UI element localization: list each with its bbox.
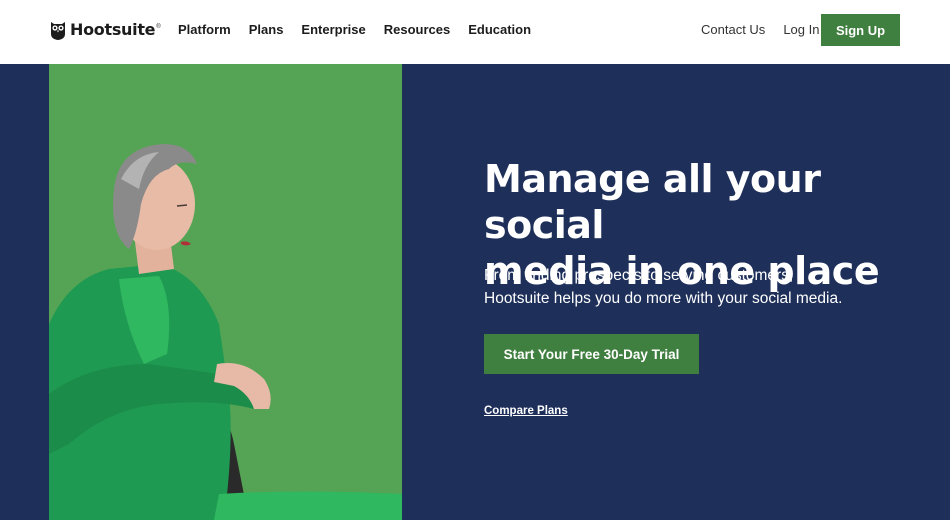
log-in-link[interactable]: Log In [783,21,819,39]
hero-subtext-line-1: From finding prospects to serving custom… [484,267,794,284]
nav-item-platform[interactable]: Platform [178,21,231,39]
nav-item-enterprise[interactable]: Enterprise [301,21,365,39]
hootsuite-logo[interactable]: Hootsuite ® [50,19,161,41]
compare-plans-link[interactable]: Compare Plans [484,403,568,419]
nav-item-plans[interactable]: Plans [249,21,284,39]
start-free-trial-button[interactable]: Start Your Free 30-Day Trial [484,334,699,374]
hero-headline-line-1: Manage all your social [484,157,821,247]
brand-name: Hootsuite [70,20,156,39]
main-nav: Platform Plans Enterprise Resources Educ… [178,21,531,39]
hero-photo-illustration [49,64,402,520]
hero-section: Manage all your social media in one plac… [0,64,950,520]
hero-photo-woman-in-green [49,64,402,520]
nav-item-resources[interactable]: Resources [384,21,450,39]
sign-up-button[interactable]: Sign Up [821,14,900,46]
utility-nav: Contact Us Log In [701,21,819,39]
nav-item-education[interactable]: Education [468,21,531,39]
owl-logo-icon [51,22,65,40]
top-navigation-bar: Hootsuite ® Platform Plans Enterprise Re… [0,0,950,64]
contact-us-link[interactable]: Contact Us [701,21,765,39]
brand-trademark: ® [156,24,161,30]
hero-subtext-line-2: Hootsuite helps you do more with your so… [484,290,843,307]
hero-subtext: From finding prospects to serving custom… [484,264,884,310]
